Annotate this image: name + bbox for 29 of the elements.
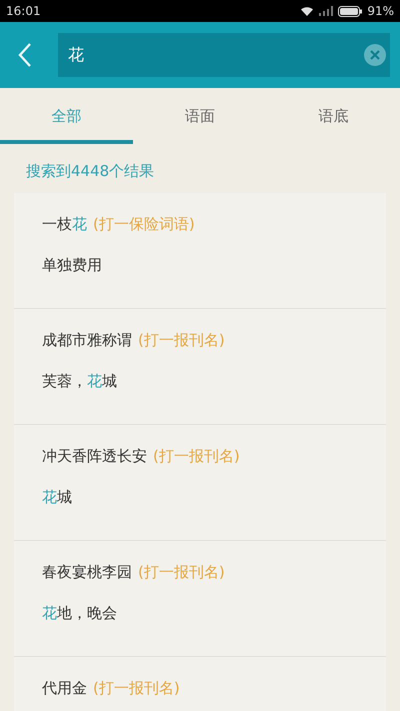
search-field[interactable]: 花 <box>58 33 390 77</box>
riddle-hint: (打一报刊名) <box>93 679 180 698</box>
battery-percent: 91% <box>367 4 394 18</box>
wifi-icon <box>300 6 314 16</box>
tab[interactable]: 语底 <box>266 88 400 144</box>
answer-text: 花城 <box>42 488 73 507</box>
riddle-hint: (打一报刊名) <box>138 563 225 582</box>
answer-text: 单独费用 <box>42 256 103 275</box>
clear-icon[interactable] <box>364 44 386 66</box>
riddle-hint: (打一报刊名) <box>138 331 225 350</box>
result-card[interactable]: 春夜宴桃李园 (打一报刊名) 花地，晚会 <box>14 541 386 657</box>
riddle-text: 一枝花 <box>42 215 87 234</box>
result-card[interactable]: 一枝花 (打一保险词语) 单独费用 <box>14 193 386 309</box>
battery-icon <box>338 6 362 16</box>
riddle-text: 成都市雅称谓 <box>42 331 132 350</box>
riddle-hint: (打一保险词语) <box>93 215 195 234</box>
result-card[interactable]: 代用金 (打一报刊名) <box>14 657 386 711</box>
riddle-hint: (打一报刊名) <box>153 447 240 466</box>
answer-text: 芙蓉，花城 <box>42 372 118 391</box>
signal-icon <box>319 6 334 16</box>
result-card[interactable]: 成都市雅称谓 (打一报刊名) 芙蓉，花城 <box>14 309 386 425</box>
result-count: 搜索到4448个结果 <box>25 161 156 182</box>
tab[interactable]: 语面 <box>133 88 267 144</box>
answer-text: 花地，晚会 <box>42 604 118 623</box>
status-time: 16:01 <box>6 4 41 18</box>
riddle-text: 冲天香阵透长安 <box>42 447 147 466</box>
riddle-text: 代用金 <box>42 679 87 698</box>
result-card[interactable]: 冲天香阵透长安 (打一报刊名) 花城 <box>14 425 386 541</box>
riddle-text: 春夜宴桃李园 <box>42 563 132 582</box>
